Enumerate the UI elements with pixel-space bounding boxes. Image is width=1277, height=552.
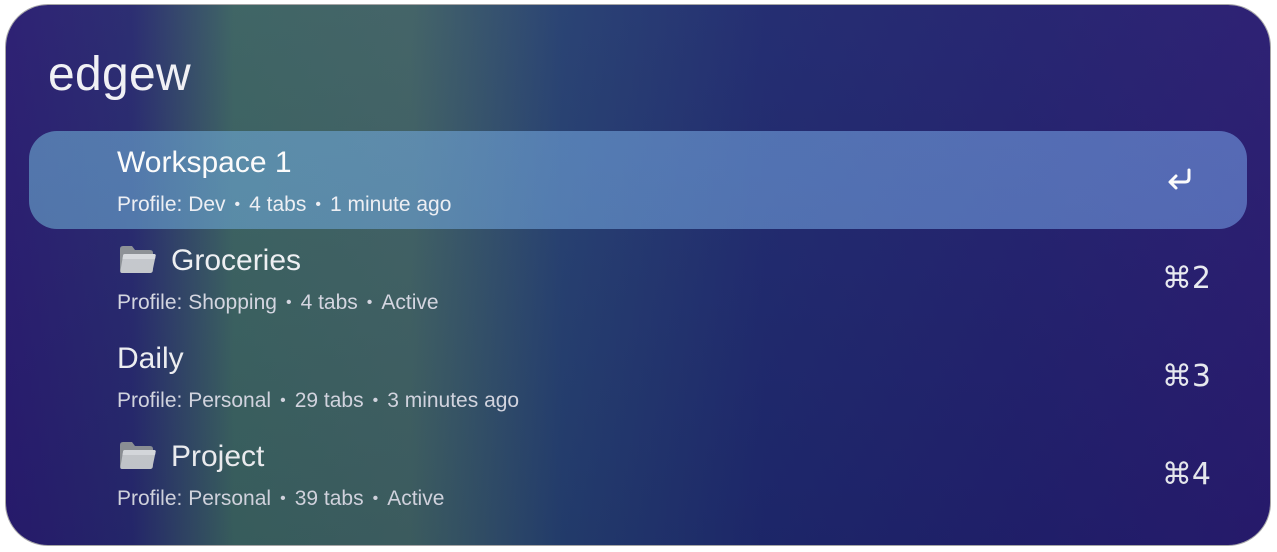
result-subtitle: Profile: Shopping • 4 tabs • Active xyxy=(117,289,439,317)
separator-dot: • xyxy=(234,196,241,213)
separator-dot: • xyxy=(372,392,379,409)
result-status: 3 minutes ago xyxy=(387,389,520,412)
result-row-groceries[interactable]: Groceries Profile: Shopping • 4 tabs • Activ… xyxy=(29,229,1247,327)
result-profile: Profile: Dev xyxy=(117,193,226,216)
separator-dot: • xyxy=(285,294,292,311)
folder-icon xyxy=(120,442,156,469)
shortcut-hint: ⌘4 xyxy=(1161,457,1211,492)
launcher-window: edgew Workspace 1 Profile: Dev • 4 tabs • 1 … xyxy=(6,5,1270,545)
result-title: Project xyxy=(117,437,264,477)
separator-dot: • xyxy=(366,294,373,311)
result-tabs: 29 tabs xyxy=(294,389,364,412)
result-subtitle: Profile: Personal • 39 tabs • Active xyxy=(117,485,444,513)
result-status: 1 minute ago xyxy=(329,193,452,216)
separator-dot: • xyxy=(372,490,379,507)
results-list: Workspace 1 Profile: Dev • 4 tabs • 1 minute… xyxy=(29,131,1247,523)
return-icon xyxy=(1168,168,1191,190)
result-row-daily[interactable]: Daily Profile: Personal • 29 tabs • 3 minute… xyxy=(29,327,1247,425)
result-title: Workspace 1 xyxy=(117,146,292,179)
result-profile: Profile: Personal xyxy=(117,389,272,412)
result-row-project[interactable]: Project Profile: Personal • 39 tabs • Active… xyxy=(29,425,1247,523)
folder-icon xyxy=(120,246,156,273)
separator-dot: • xyxy=(280,490,286,507)
result-subtitle: Profile: Personal • 29 tabs • 3 minutes ago xyxy=(117,387,519,415)
result-status: Active xyxy=(381,291,439,314)
search-query[interactable]: edgew xyxy=(48,47,191,103)
result-row-workspace-1[interactable]: Workspace 1 Profile: Dev • 4 tabs • 1 minute… xyxy=(29,131,1247,229)
result-tabs: 39 tabs xyxy=(294,487,364,510)
result-status: Active xyxy=(387,487,445,510)
result-title: Daily xyxy=(117,342,184,375)
result-tabs: 4 tabs xyxy=(300,291,358,314)
result-tabs: 4 tabs xyxy=(249,193,307,216)
result-profile: Profile: Shopping xyxy=(117,291,277,314)
separator-dot: • xyxy=(315,196,321,213)
result-subtitle: Profile: Dev • 4 tabs • 1 minute ago xyxy=(117,191,451,219)
result-profile: Profile: Personal xyxy=(117,487,272,510)
separator-dot: • xyxy=(280,392,286,409)
result-title: Groceries xyxy=(117,241,301,281)
shortcut-hint: ⌘2 xyxy=(1161,261,1211,296)
shortcut-hint: ⌘3 xyxy=(1161,359,1211,394)
